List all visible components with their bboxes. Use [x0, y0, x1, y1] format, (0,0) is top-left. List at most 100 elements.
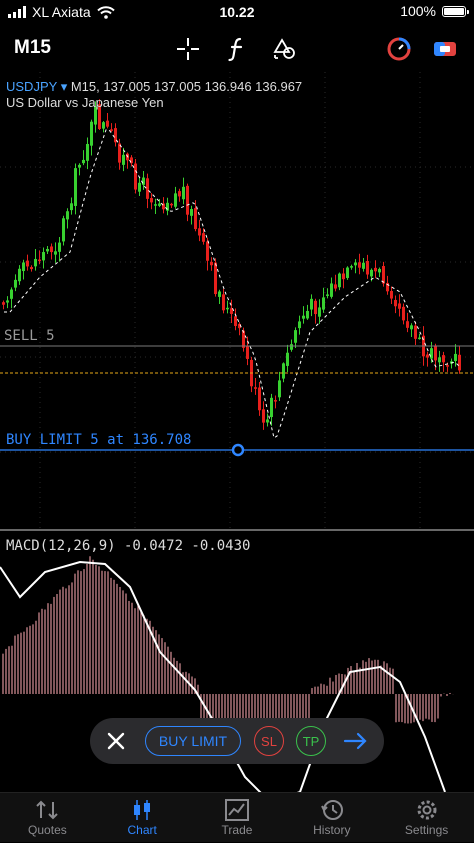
candle-body — [214, 262, 217, 295]
candle-body — [274, 400, 277, 402]
candle-body — [218, 291, 221, 297]
tab-label: Trade — [221, 823, 253, 837]
candle-body — [258, 387, 261, 411]
close-icon[interactable] — [102, 727, 130, 755]
candle-body — [166, 202, 169, 211]
sell-position-label: SELL 5 — [4, 328, 55, 344]
candle-body — [246, 345, 249, 359]
buy-limit-handle[interactable] — [231, 443, 245, 457]
tab-settings[interactable]: Settings — [379, 793, 474, 843]
candle-body — [434, 345, 437, 361]
candle-body — [234, 316, 237, 326]
candle-body — [438, 357, 441, 363]
tab-label: Settings — [404, 823, 449, 837]
candle-body — [222, 294, 225, 311]
candle-body — [150, 198, 153, 203]
candle-body — [414, 325, 417, 339]
bottom-tab-bar: Quotes Chart Trade History Settings — [0, 792, 474, 842]
candle-body — [74, 168, 77, 206]
candle-body — [54, 251, 57, 255]
candle-body — [394, 299, 397, 307]
candle-body — [354, 262, 357, 266]
symbol-dropdown-icon[interactable]: ▾ — [61, 79, 68, 94]
buy-limit-button[interactable]: BUY LIMIT — [145, 726, 241, 756]
candle-body — [10, 289, 13, 299]
candle-body — [262, 409, 265, 423]
trade-icon — [190, 797, 285, 823]
candle-body — [318, 307, 321, 317]
take-profit-button[interactable]: TP — [296, 726, 326, 756]
candle-body — [26, 260, 29, 267]
candle-body — [286, 352, 289, 366]
chart-area[interactable]: USDJPY ▾ M15, 137.005 137.005 136.946 13… — [0, 72, 474, 792]
candle-body — [190, 209, 193, 216]
candle-body — [330, 283, 333, 297]
candle-body — [142, 177, 145, 185]
candle-body — [366, 260, 369, 275]
ohlc-values: M15, 137.005 137.005 136.946 136.967 — [70, 79, 303, 94]
macd-label: MACD(12,26,9) -0.0472 -0.0430 — [6, 538, 251, 554]
candle-body — [346, 267, 349, 278]
tab-history[interactable]: History — [284, 793, 379, 843]
candle-body — [282, 363, 285, 379]
candle-body — [322, 297, 325, 310]
candle-body — [70, 203, 73, 211]
candle-body — [66, 211, 69, 220]
battery-group: 100% — [400, 3, 469, 19]
candle-body — [306, 310, 309, 319]
moving-average-line — [4, 129, 461, 439]
candle-body — [326, 294, 329, 296]
symbol-header: USDJPY ▾ M15, 137.005 137.005 136.946 13… — [6, 79, 302, 95]
symbol-description: US Dollar vs Japanese Yen — [6, 95, 164, 110]
arrow-right-icon[interactable] — [342, 727, 370, 755]
candle-body — [370, 269, 373, 277]
candle-body — [18, 268, 21, 282]
candle-body — [334, 284, 337, 289]
symbol-name[interactable]: USDJPY — [6, 79, 57, 94]
candle-body — [210, 261, 213, 266]
battery-percent: 100% — [400, 3, 436, 19]
candle-body — [154, 204, 157, 206]
candle-body — [158, 203, 161, 206]
candle-body — [446, 365, 449, 367]
candle-body — [198, 228, 201, 236]
candle-body — [102, 122, 105, 129]
stop-loss-button[interactable]: SL — [254, 726, 284, 756]
candle-body — [302, 315, 305, 319]
candle-body — [406, 321, 409, 328]
candle-body — [410, 325, 413, 330]
candle-body — [278, 380, 281, 398]
candle-body — [390, 290, 393, 299]
macd-histogram — [2, 556, 454, 724]
candle-body — [178, 191, 181, 197]
one-click-trading-icon[interactable] — [385, 35, 413, 63]
switch-account-icon[interactable] — [431, 35, 459, 63]
chart-icon — [95, 797, 190, 823]
candle-body — [34, 258, 37, 267]
tab-quotes[interactable]: Quotes — [0, 793, 95, 843]
candle-body — [78, 164, 81, 168]
candle-body — [378, 268, 381, 273]
candle-body — [454, 353, 457, 362]
candle-body — [398, 303, 401, 309]
candle-body — [402, 306, 405, 321]
candle-body — [122, 154, 125, 165]
settings-icon — [379, 797, 474, 823]
candle-body — [342, 273, 345, 280]
candle-body — [458, 354, 461, 371]
candle-body — [146, 178, 149, 199]
tab-chart[interactable]: Chart — [95, 793, 190, 843]
candle-body — [6, 300, 9, 303]
candle-body — [182, 186, 185, 200]
candle-body — [46, 248, 49, 252]
chart-toolbar: M15 — [0, 26, 474, 70]
candle-body — [194, 208, 197, 230]
candle-body — [138, 182, 141, 192]
crosshair-icon[interactable] — [174, 35, 202, 63]
tab-label: Quotes — [28, 823, 67, 837]
objects-icon[interactable] — [271, 35, 299, 63]
function-icon[interactable] — [223, 35, 251, 63]
tab-trade[interactable]: Trade — [190, 793, 285, 843]
timeframe-selector[interactable]: M15 — [14, 37, 51, 59]
candle-body — [110, 129, 113, 131]
